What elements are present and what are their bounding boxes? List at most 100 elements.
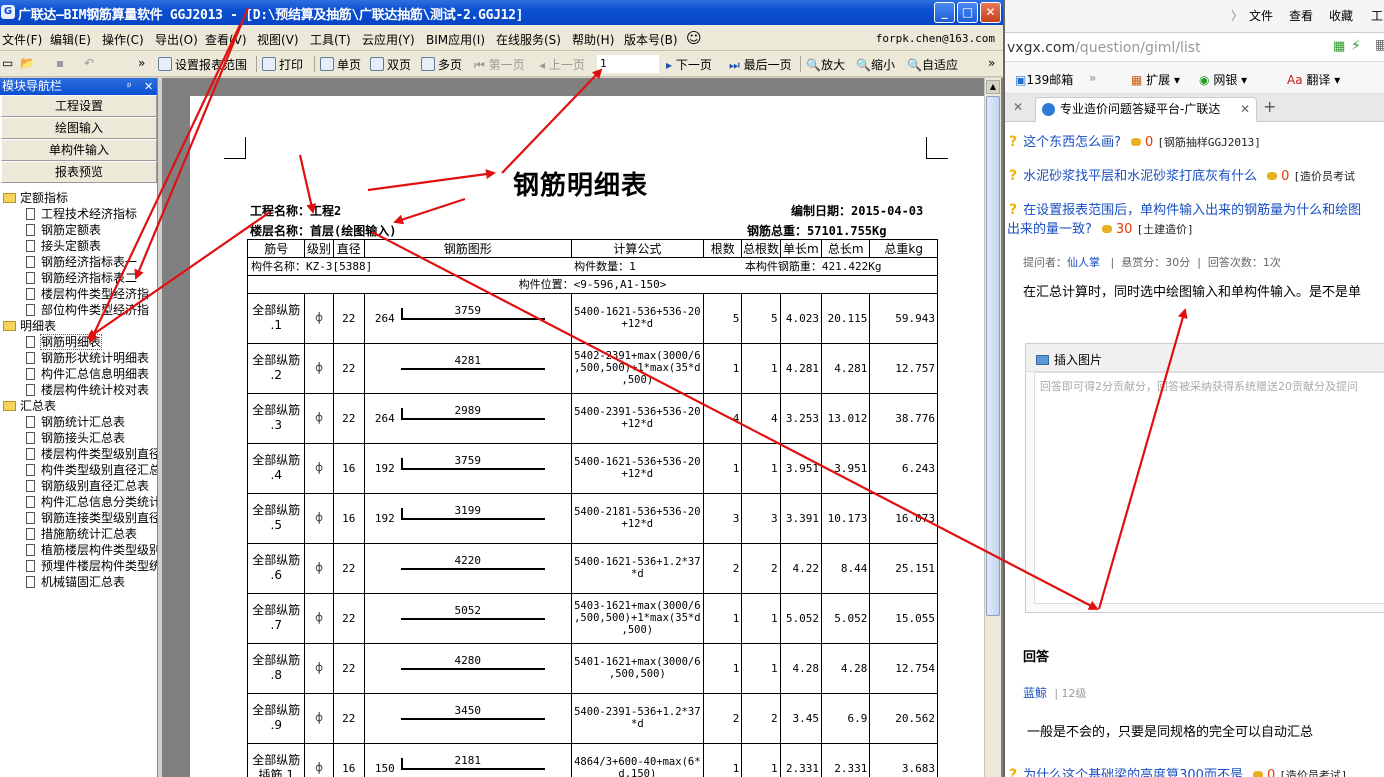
tree-item[interactable]: 构件汇总信息明细表 xyxy=(0,366,157,382)
close-nav-icon[interactable]: ✕ xyxy=(144,78,153,95)
print-button[interactable]: 打印 xyxy=(262,56,303,73)
question-item[interactable]: ? 这个东西怎么画? 0 [钢筋抽样GGJ2013] xyxy=(1009,131,1261,150)
zoom-in-button[interactable]: 🔍放大 xyxy=(806,56,845,73)
tree-item[interactable]: 工程技术经济指标 xyxy=(0,206,157,222)
nav-button-drawing-input[interactable]: 绘图输入 xyxy=(1,117,157,139)
scroll-thumb[interactable] xyxy=(986,96,1000,616)
new-icon[interactable]: ▭ xyxy=(2,56,13,70)
tree-item[interactable]: 楼层构件类型经济指 xyxy=(0,286,157,302)
tree-item[interactable]: 接头定额表 xyxy=(0,238,157,254)
toolbar-overflow-icon[interactable]: » xyxy=(988,56,995,70)
tree-item[interactable]: 构件汇总信息分类统计 xyxy=(0,494,157,510)
pin-icon[interactable]: ᵖ xyxy=(127,78,132,95)
tree-item[interactable]: 钢筋经济指标表一 xyxy=(0,254,157,270)
minimize-button[interactable]: _ xyxy=(934,2,955,23)
menu-export[interactable]: 导出(O) xyxy=(155,31,198,48)
url-text[interactable]: vxgx.com/question/giml/list xyxy=(1007,40,1201,56)
menu-tools[interactable]: 工具(T) xyxy=(310,31,351,48)
maximize-button[interactable]: □ xyxy=(957,2,978,23)
next-page-button[interactable]: ▸ 下一页 xyxy=(666,56,712,73)
tree-item[interactable]: 预埋件楼层构件类型统 xyxy=(0,558,157,574)
nav-button-report-preview[interactable]: 报表预览 xyxy=(1,161,157,183)
answer-textarea[interactable]: 回答即可得2分贡献分，回答被采纳获得系统赠送20贡献分及提问 xyxy=(1034,372,1384,604)
browser-menu-tools[interactable]: 工 xyxy=(1371,7,1383,24)
menu-file[interactable]: 文件(F) xyxy=(2,31,42,48)
single-page-button[interactable]: 单页 xyxy=(320,56,361,73)
first-page-button[interactable]: ⏮ 第一页 xyxy=(474,56,525,73)
question-item[interactable]: ? 在设置报表范围后，单构件输入出来的钢筋量为什么和绘图 xyxy=(1009,199,1361,218)
more-icon[interactable]: » xyxy=(138,56,145,70)
bookmark-extension[interactable]: ▦ 扩展 ▾ xyxy=(1131,71,1180,88)
tree-item[interactable]: 机械锚固汇总表 xyxy=(0,574,157,590)
tree-item[interactable]: 钢筋统计汇总表 xyxy=(0,414,157,430)
menu-edit[interactable]: 编辑(E) xyxy=(50,31,91,48)
open-icon[interactable]: 📂 xyxy=(20,56,35,70)
close-tab-icon[interactable]: ✕ xyxy=(1013,100,1023,114)
last-page-button[interactable]: ⏭ 最后一页 xyxy=(729,56,792,73)
table-row: 全部纵筋 .1 ⌽ 22 264 3759 5400-1621-536+536-20 +12… xyxy=(246,292,938,344)
tree-item[interactable]: 钢筋明细表 xyxy=(0,334,157,350)
menu-window[interactable]: 视图(V) xyxy=(257,31,299,48)
rebar-grade: ⌽ xyxy=(304,642,334,694)
menu-operate[interactable]: 操作(C) xyxy=(102,31,144,48)
browser-menu-view[interactable]: 查看 xyxy=(1289,7,1313,24)
bookmark-bank[interactable]: ◉ 网银 ▾ xyxy=(1199,71,1247,88)
double-page-button[interactable]: 双页 xyxy=(370,56,411,73)
tree-group[interactable]: 定额指标 xyxy=(0,190,157,206)
qr-icon[interactable]: ▦ xyxy=(1333,39,1345,54)
vertical-scrollbar[interactable]: ▲ xyxy=(984,78,1001,777)
tree-item[interactable]: 钢筋级别直径汇总表 xyxy=(0,478,157,494)
menu-version[interactable]: 版本号(B) xyxy=(624,31,678,48)
bookmark-139mail[interactable]: ▣139邮箱 xyxy=(1015,71,1073,88)
question-item[interactable]: ? 为什么这个基础梁的高度算300而不是 0 [造价员考试] xyxy=(1009,764,1347,777)
fit-button[interactable]: 🔍自适应 xyxy=(907,56,958,73)
lightning-icon[interactable]: ⚡ xyxy=(1351,38,1361,54)
tree-item[interactable]: 钢筋定额表 xyxy=(0,222,157,238)
more-bookmarks-icon[interactable]: » xyxy=(1089,71,1096,85)
close-button[interactable]: ✕ xyxy=(980,2,1001,23)
browser-tab-active[interactable]: 专业造价问题答疑平台-广联达 ✕ xyxy=(1035,97,1257,122)
bookmark-translate[interactable]: Aa 翻译 ▾ xyxy=(1287,71,1340,88)
tree-group[interactable]: 明细表 xyxy=(0,318,157,334)
smiley-icon[interactable]: ☺ xyxy=(686,29,702,47)
page-number-input[interactable]: 1 xyxy=(597,55,659,73)
answer-user-link[interactable]: 蓝鲸 xyxy=(1023,686,1047,700)
menu-online[interactable]: 在线服务(S) xyxy=(496,31,561,48)
tree-item[interactable]: 措施筋统计汇总表 xyxy=(0,526,157,542)
user-account[interactable]: forpk.chen@163.com xyxy=(876,32,995,45)
report-range-button[interactable]: 设置报表范围 xyxy=(158,56,247,73)
multi-page-button[interactable]: 多页 xyxy=(421,56,462,73)
scroll-up-icon[interactable]: ▲ xyxy=(986,80,1000,94)
grid-icon[interactable]: ▦ xyxy=(1375,37,1384,53)
tree-item[interactable]: 钢筋接头汇总表 xyxy=(0,430,157,446)
tree-item[interactable]: 植筋楼层构件类型级别 xyxy=(0,542,157,558)
new-tab-icon[interactable]: + xyxy=(1263,97,1276,116)
question-item-continued[interactable]: 出来的量一致? 30 [土建造价] xyxy=(1007,218,1194,237)
nav-button-project-settings[interactable]: 工程设置 xyxy=(1,95,157,117)
browser-menu-favorites[interactable]: 收藏 xyxy=(1329,7,1353,24)
close-tab-icon[interactable]: ✕ xyxy=(1240,98,1250,121)
rebar-length: 2989 xyxy=(454,404,482,417)
tree-item[interactable]: 构件类型级别直径汇总 xyxy=(0,462,157,478)
tree-item[interactable]: 楼层构件统计校对表 xyxy=(0,382,157,398)
tree-item[interactable]: 钢筋连接类型级别直径 xyxy=(0,510,157,526)
nav-button-single-component-input[interactable]: 单构件输入 xyxy=(1,139,157,161)
tree-item[interactable]: 钢筋经济指标表二 xyxy=(0,270,157,286)
question-item[interactable]: ? 水泥砂浆找平层和水泥砂浆打底灰有什么 0 [造价员考试 xyxy=(1009,165,1355,184)
tree-item[interactable]: 楼层构件类型级别直径 xyxy=(0,446,157,462)
undo-icon[interactable]: ↶ xyxy=(84,56,94,70)
asker-link[interactable]: 仙人掌 xyxy=(1067,256,1100,269)
tree-item[interactable]: 钢筋形状统计明细表 xyxy=(0,350,157,366)
tree-item[interactable]: 部位构件类型经济指 xyxy=(0,302,157,318)
insert-image-button[interactable]: 插入图片 xyxy=(1026,344,1384,372)
menu-cloud[interactable]: 云应用(Y) xyxy=(362,31,415,48)
save-icon[interactable]: ▪ xyxy=(56,56,64,70)
address-bar[interactable]: vxgx.com/question/giml/list ▦ ⚡ ▦ xyxy=(1005,32,1384,62)
zoom-out-button[interactable]: 🔍缩小 xyxy=(856,56,895,73)
menu-help[interactable]: 帮助(H) xyxy=(572,31,614,48)
menu-bim[interactable]: BIM应用(I) xyxy=(426,31,485,48)
prev-page-button[interactable]: ◂ 上一页 xyxy=(539,56,585,73)
browser-menu-file[interactable]: 文件 xyxy=(1249,7,1273,24)
tree-group[interactable]: 汇总表 xyxy=(0,398,157,414)
menu-view[interactable]: 查看(V) xyxy=(205,31,247,48)
